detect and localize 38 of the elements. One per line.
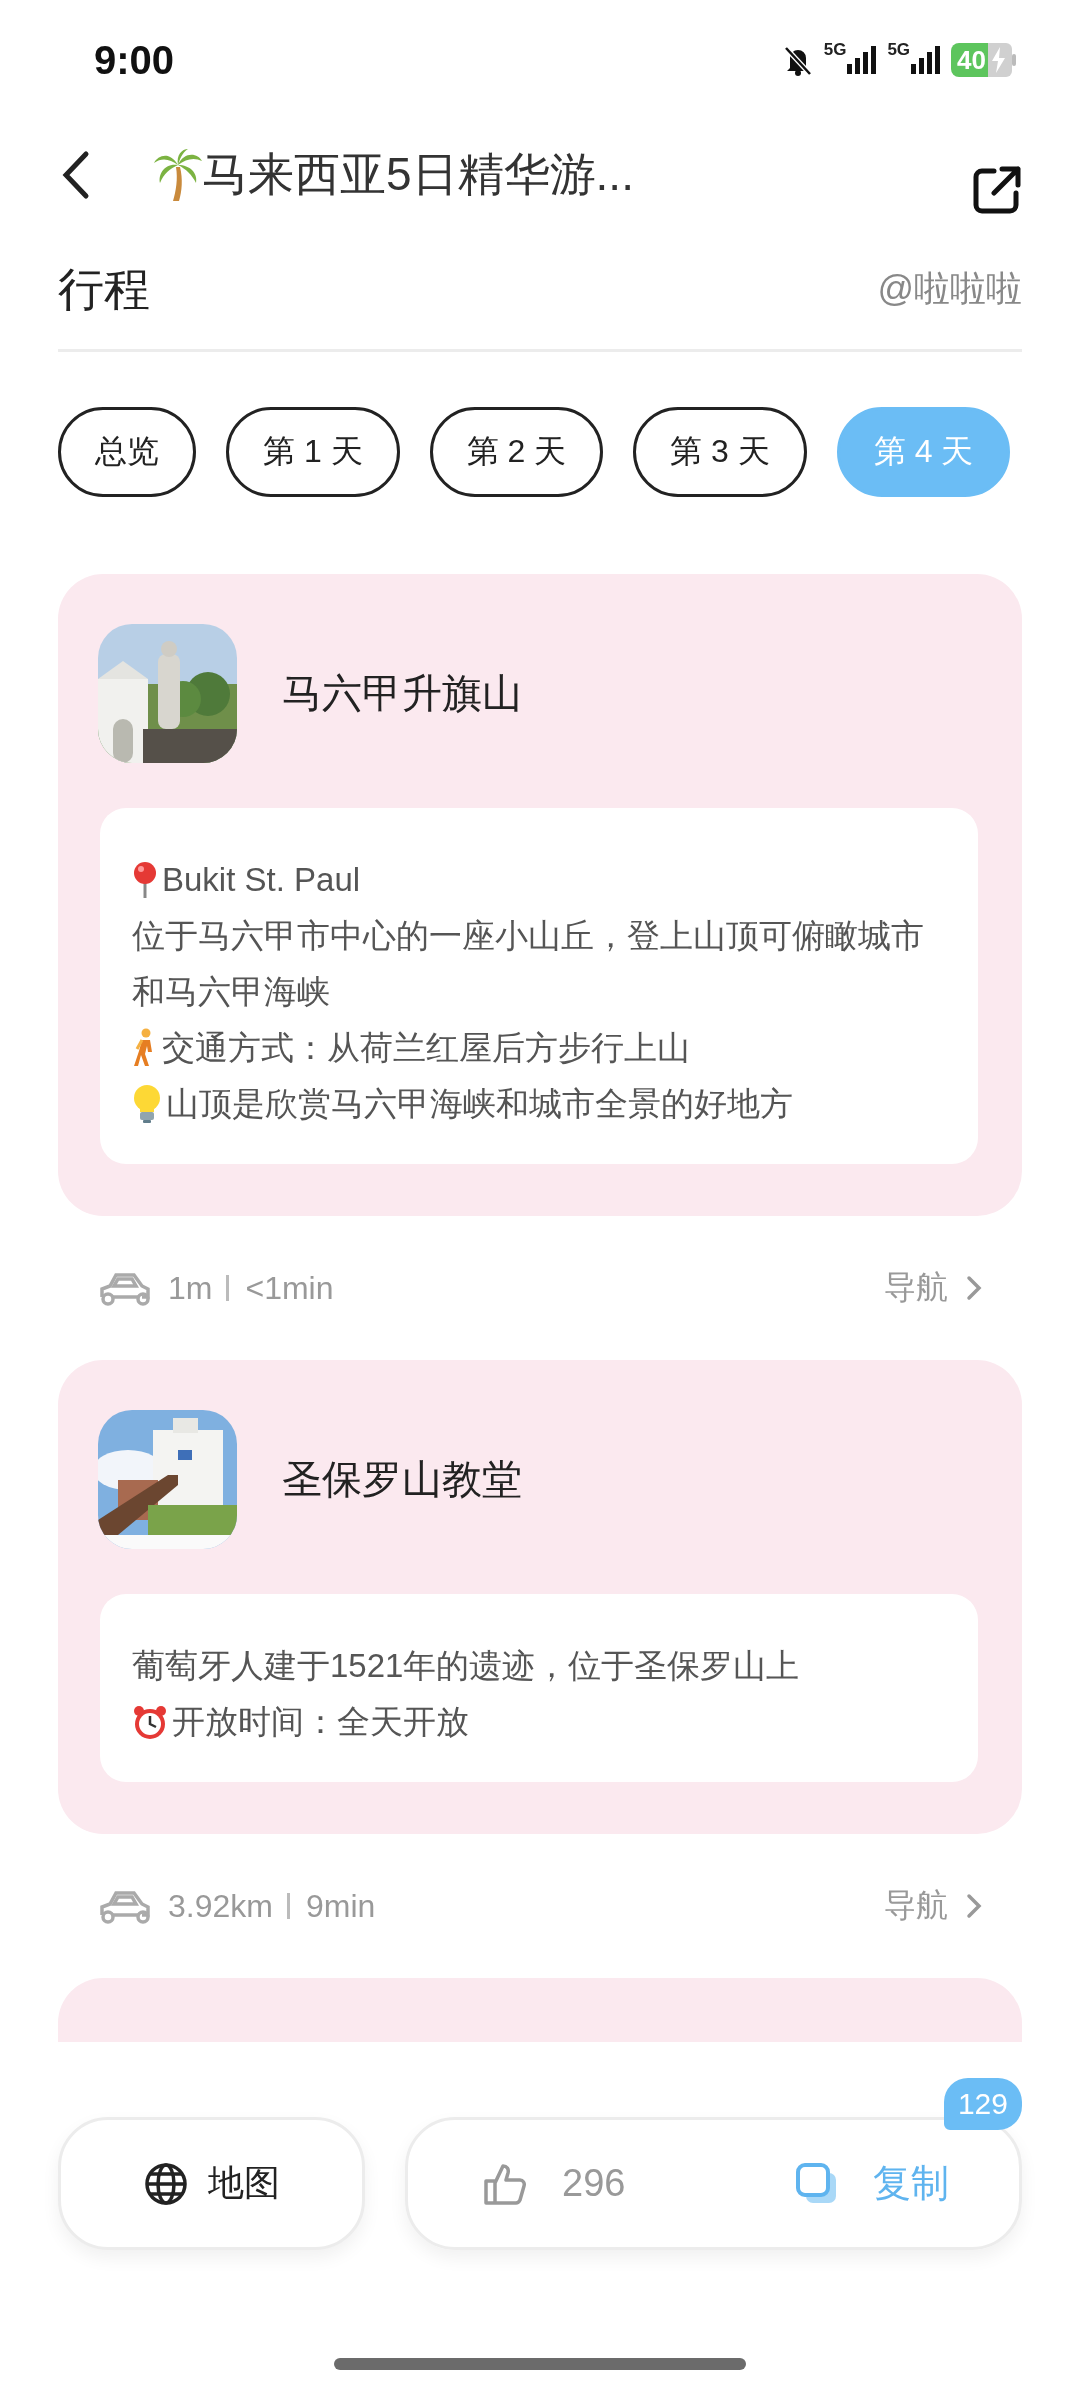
- section-title: 行程: [58, 261, 150, 317]
- network-type: 5G: [887, 40, 911, 60]
- globe-icon: [143, 2161, 188, 2206]
- route-distance: 1m: [168, 1269, 213, 1307]
- pin-icon: [132, 861, 158, 899]
- thumbs-up-icon: [483, 2161, 527, 2206]
- copy-icon: [796, 2162, 838, 2205]
- day-tab[interactable]: 第 2 天: [429, 407, 604, 497]
- signal-icon: [911, 46, 942, 74]
- chevron-right-icon: [964, 1892, 984, 1920]
- chevron-right-icon: [964, 1274, 984, 1302]
- signal-icon: [847, 46, 878, 74]
- charging-battery-icon: [988, 43, 1016, 77]
- route-distance: 3.92km: [168, 1887, 273, 1925]
- day-tab[interactable]: 总览: [58, 407, 196, 497]
- battery-level: 40: [951, 43, 988, 77]
- description-text: 葡萄牙人建于1521年的遗迹，位于圣保罗山上: [132, 1646, 800, 1686]
- description-text: 交通方式：从荷兰红屋后方步行上山: [162, 1028, 690, 1068]
- alarm-clock-icon: [132, 1704, 168, 1740]
- page-title: 马来西亚5日精华游...: [202, 147, 634, 202]
- description-text: 山顶是欣赏马六甲海峡和城市全景的好地方: [166, 1084, 793, 1124]
- description-text: Bukit St. Paul: [162, 860, 361, 900]
- map-button[interactable]: 地图: [58, 2117, 365, 2250]
- lightbulb-icon: [132, 1084, 162, 1124]
- day-tab[interactable]: 第 3 天: [633, 407, 807, 497]
- network-type: 5G: [823, 40, 847, 60]
- spot-name: 马六甲升旗山: [282, 670, 522, 717]
- description-text: 开放时间：全天开放: [172, 1702, 469, 1742]
- author-name: @啦啦啦: [877, 267, 1022, 311]
- route-duration: <1min: [245, 1269, 334, 1307]
- route-duration: 9min: [305, 1887, 376, 1925]
- count-badge: 129: [943, 2078, 1022, 2130]
- spot-name: 圣保罗山教堂: [282, 1456, 522, 1503]
- status-time: 9:00: [94, 37, 175, 83]
- share-button[interactable]: [972, 165, 1022, 215]
- day-tab[interactable]: 第 1 天: [226, 407, 400, 497]
- palm-tree-icon: [154, 147, 202, 203]
- description-text: 位于马六甲市中心的一座小山丘，登上山顶可俯瞰城市和马六甲海峡: [132, 916, 925, 1012]
